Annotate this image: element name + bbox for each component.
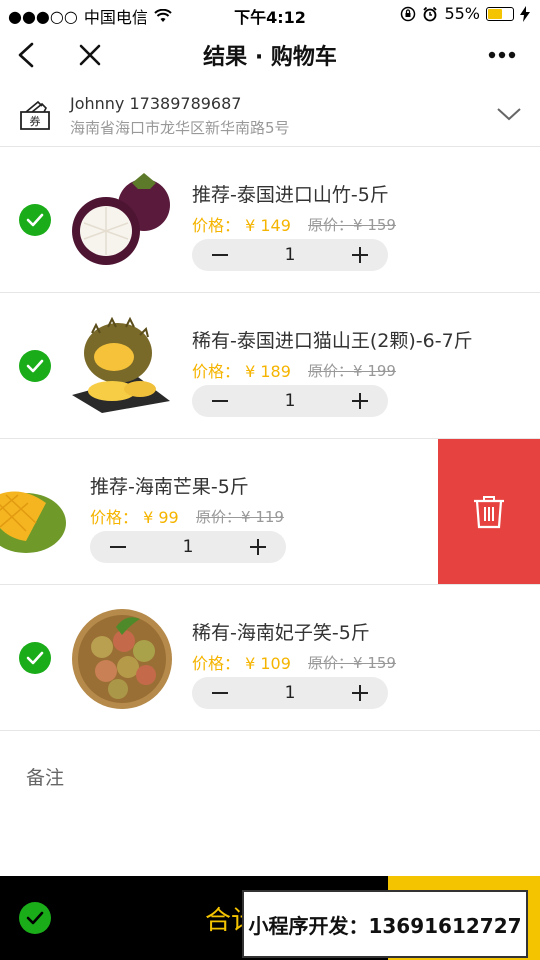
item-checkbox[interactable] [19,642,51,674]
original-price-label: 原价： [308,216,354,234]
price-label: 价格： [90,508,139,527]
address-section[interactable]: 券 Johnny 17389789687 海南省海口市龙华区新华南路5号 [0,84,540,147]
increase-button[interactable] [230,531,286,563]
price-value: ¥ 149 [245,216,291,235]
rotation-lock-icon [401,6,416,21]
price-label: 价格： [192,216,241,235]
more-dots-icon [488,51,516,59]
item-price: 价格： ¥ 109 [192,650,291,674]
item-original-price: 原价：¥ 159 [308,214,396,235]
decrease-button[interactable] [192,677,248,709]
quantity-value[interactable]: 1 [248,245,332,265]
coupon-icon: 券 [20,100,50,130]
trash-icon [474,496,504,529]
decrease-button[interactable] [90,531,146,563]
quantity-value[interactable]: 1 [248,683,332,703]
mango-image [0,491,66,553]
watermark-banner: 小程序开发：13691612727 [242,890,528,958]
mangosteen-image [72,173,170,265]
increase-button[interactable] [332,677,388,709]
charging-icon [520,5,530,22]
item-checkbox[interactable] [19,350,51,382]
check-icon [26,651,44,665]
nav-bar: 结果 · 购物车 [0,28,540,84]
quantity-stepper: 1 [90,531,286,563]
price-value: ¥ 109 [245,654,291,673]
remark-field[interactable]: 备注 [26,763,64,790]
quantity-stepper: 1 [192,239,388,271]
more-button[interactable] [484,36,524,76]
original-price-value: ¥ 199 [353,362,396,380]
battery-icon [486,6,514,21]
item-name: 稀有-海南妃子笑-5斤 [192,622,370,644]
delete-button[interactable] [438,439,540,584]
chevron-down-icon [497,108,521,121]
status-bar: ●●●○○ 中国电信 下午4:12 55% [0,0,540,28]
item-checkbox[interactable] [19,204,51,236]
quantity-stepper: 1 [192,677,388,709]
cart-item: 稀有-泰国进口猫山王(2颗)-6-7斤 价格： ¥ 189 原价：¥ 199 1 [0,293,540,439]
lychee-image [72,609,172,709]
item-price: 价格： ¥ 149 [192,212,291,236]
item-original-price: 原价：¥ 119 [196,506,284,527]
price-label: 价格： [192,362,241,381]
price-value: ¥ 99 [143,508,179,527]
check-icon [26,911,44,925]
select-all-checkbox[interactable] [19,902,51,934]
price-value: ¥ 189 [245,362,291,381]
quantity-value[interactable]: 1 [146,537,230,557]
item-original-price: 原价：¥ 159 [308,652,396,673]
quantity-value[interactable]: 1 [248,391,332,411]
alarm-icon [423,6,438,21]
original-price-label: 原价： [196,508,242,526]
decrease-button[interactable] [192,239,248,271]
original-price-value: ¥ 119 [241,508,284,526]
price-label: 价格： [192,654,241,673]
original-price-value: ¥ 159 [353,216,396,234]
address-contact: Johnny 17389789687 [70,94,242,113]
item-name: 推荐-海南芒果-5斤 [90,476,249,498]
cart-item: 稀有-海南妃子笑-5斤 价格： ¥ 109 原价：¥ 159 1 [0,585,540,731]
check-icon [26,213,44,227]
decrease-button[interactable] [192,385,248,417]
battery-percent: 55% [444,4,480,23]
durian-image [72,316,170,413]
check-icon [26,359,44,373]
item-name: 推荐-泰国进口山竹-5斤 [192,184,389,206]
original-price-label: 原价： [308,654,354,672]
increase-button[interactable] [332,385,388,417]
item-price: 价格： ¥ 99 [90,504,179,528]
quantity-stepper: 1 [192,385,388,417]
increase-button[interactable] [332,239,388,271]
cart-item: 推荐-泰国进口山竹-5斤 价格： ¥ 149 原价：¥ 159 1 [0,147,540,293]
original-price-value: ¥ 159 [353,654,396,672]
item-name: 稀有-泰国进口猫山王(2颗)-6-7斤 [192,330,473,352]
coupon-label: 券 [30,114,41,128]
item-original-price: 原价：¥ 199 [308,360,396,381]
item-price: 价格： ¥ 189 [192,358,291,382]
cart-item-swiped: 推荐-海南芒果-5斤 价格： ¥ 99 原价：¥ 119 1 [0,439,540,585]
page-title: 结果 · 购物车 [203,45,337,70]
original-price-label: 原价： [308,362,354,380]
address-detail: 海南省海口市龙华区新华南路5号 [70,119,290,137]
